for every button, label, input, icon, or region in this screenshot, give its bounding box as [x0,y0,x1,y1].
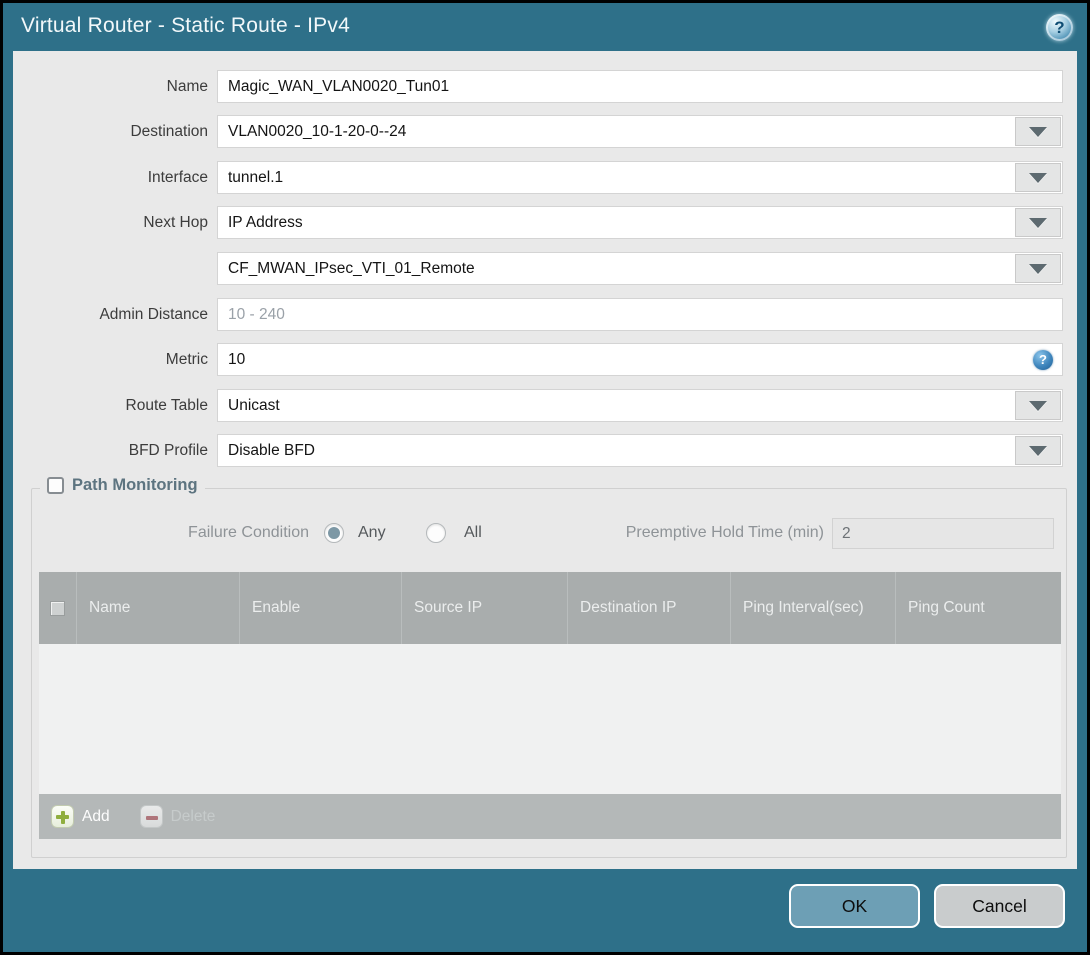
interface-row: Interface [13,161,1063,194]
chevron-down-icon [1029,172,1047,183]
preemptive-hold-time-input[interactable] [832,518,1054,549]
column-header-destination-ip: Destination IP [567,572,730,644]
interface-input[interactable] [218,162,1062,193]
destination-row: Destination [13,115,1063,148]
failure-condition-any-label: Any [358,524,386,541]
admin-distance-input[interactable] [218,299,1062,330]
static-route-dialog: Virtual Router - Static Route - IPv4 ? N… [0,0,1090,955]
path-monitoring-legend: Path Monitoring [40,476,205,495]
failure-condition-row: Failure Condition Any All Preemptive Hol… [32,517,1066,549]
route-table-row: Route Table [13,389,1063,422]
bfd-profile-label: BFD Profile [128,442,208,459]
help-icon[interactable]: ? [1046,14,1073,41]
metric-field-wrap: ? [217,343,1063,376]
metric-row: Metric ? [13,343,1063,376]
cancel-button[interactable]: Cancel [934,884,1065,928]
path-monitoring-checkbox[interactable] [47,477,64,494]
plus-icon [51,805,74,828]
chevron-down-icon [1029,126,1047,137]
path-monitoring-section: Path Monitoring Failure Condition Any Al… [31,476,1067,858]
interface-dropdown-button[interactable] [1015,163,1061,192]
next-hop-label: Next Hop [143,214,208,231]
admin-distance-row: Admin Distance [13,298,1063,331]
dialog-body: Name Destination Interface [13,51,1077,869]
chevron-down-icon [1029,400,1047,411]
name-field-wrap [217,70,1063,103]
minus-icon [139,805,163,828]
column-header-name: Name [76,572,239,644]
name-label: Name [166,78,208,95]
route-table-label: Route Table [125,397,208,414]
select-all-cell [39,572,76,644]
ok-button[interactable]: OK [789,884,920,928]
destination-label: Destination [130,123,208,140]
bfd-profile-row: BFD Profile [13,434,1063,467]
add-button-label: Add [82,807,110,825]
next-hop-select[interactable] [218,207,1062,238]
destination-field-wrap [217,115,1063,148]
route-table-dropdown-button[interactable] [1015,391,1061,420]
bfd-profile-select[interactable] [218,435,1062,466]
destination-input[interactable] [218,116,1062,147]
chevron-down-icon [1029,263,1047,274]
bfd-profile-dropdown-button[interactable] [1015,436,1061,465]
dialog-titlebar: Virtual Router - Static Route - IPv4 ? [3,3,1087,51]
next-hop-address-field-wrap [217,252,1063,285]
next-hop-address-input[interactable] [218,253,1062,284]
table-toolbar: Add Delete [39,794,1061,839]
metric-help-icon[interactable]: ? [1033,350,1053,370]
column-header-source-ip: Source IP [401,572,567,644]
interface-label: Interface [147,169,208,186]
path-monitoring-title: Path Monitoring [72,476,198,494]
name-row: Name [13,70,1063,103]
path-monitoring-table: Name Enable Source IP Destination IP Pin… [39,572,1061,839]
admin-distance-label: Admin Distance [99,306,208,323]
dialog-title: Virtual Router - Static Route - IPv4 [21,14,350,37]
next-hop-address-row [13,252,1063,285]
bfd-profile-field-wrap [217,434,1063,467]
delete-button-label: Delete [170,807,216,825]
admin-distance-field-wrap [217,298,1063,331]
chevron-down-icon [1029,217,1047,228]
destination-dropdown-button[interactable] [1015,117,1061,146]
route-table-select[interactable] [218,390,1062,421]
next-hop-dropdown-button[interactable] [1015,208,1061,237]
failure-condition-label: Failure Condition [188,524,309,541]
next-hop-address-dropdown-button[interactable] [1015,254,1061,283]
failure-condition-all-radio[interactable] [426,523,446,543]
name-input[interactable] [218,71,1062,102]
failure-condition-any-radio[interactable] [324,523,344,543]
next-hop-field-wrap [217,206,1063,239]
column-header-ping-interval: Ping Interval(sec) [730,572,895,644]
table-body-empty [39,644,1061,794]
interface-field-wrap [217,161,1063,194]
column-header-enable: Enable [239,572,401,644]
select-all-checkbox[interactable] [50,600,65,616]
table-header-row: Name Enable Source IP Destination IP Pin… [39,572,1061,644]
next-hop-row: Next Hop [13,206,1063,239]
delete-button[interactable]: Delete [139,805,216,828]
add-button[interactable]: Add [51,805,110,828]
column-header-ping-count: Ping Count [895,572,1061,644]
metric-input[interactable] [218,344,1062,375]
preemptive-hold-time-label: Preemptive Hold Time (min) [625,524,824,541]
failure-condition-all-label: All [464,524,482,541]
route-table-field-wrap [217,389,1063,422]
metric-label: Metric [165,351,208,368]
chevron-down-icon [1029,445,1047,456]
